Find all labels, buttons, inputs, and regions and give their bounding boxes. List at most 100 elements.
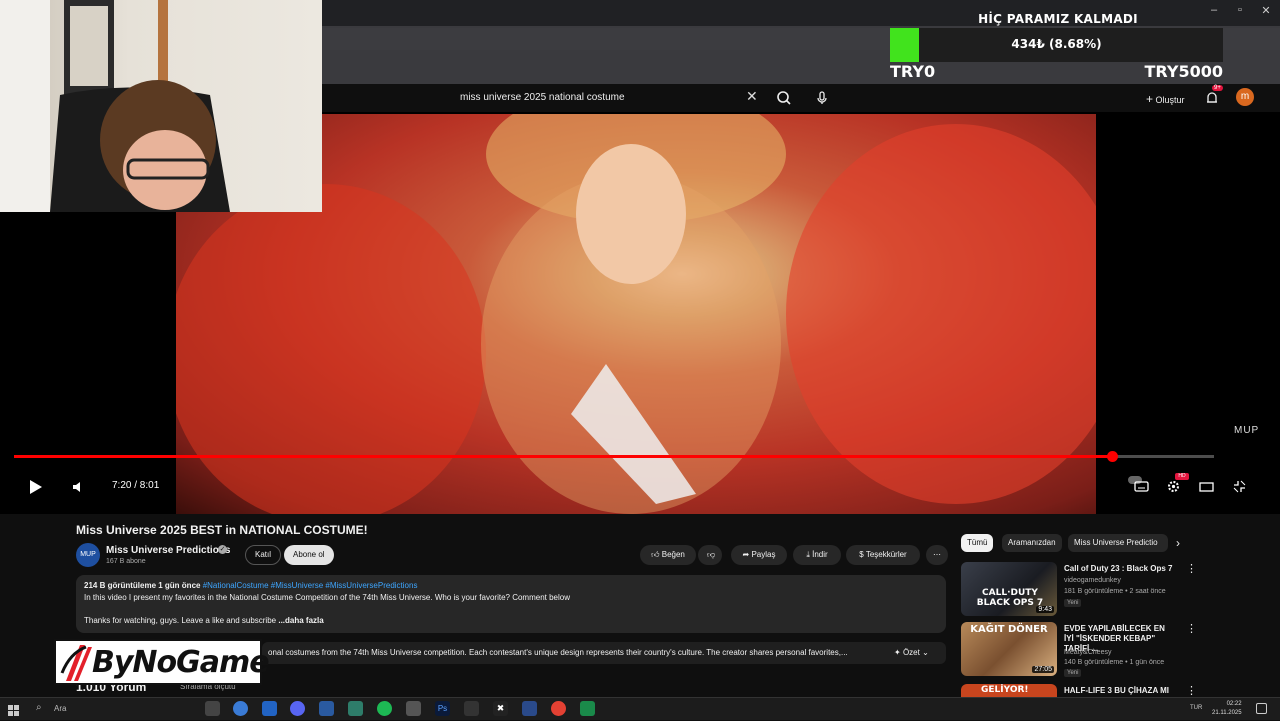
time-display: 7:20 / 8:01	[112, 480, 160, 491]
windows-start-button[interactable]	[8, 703, 19, 721]
plus-icon: +	[1146, 92, 1154, 106]
spotify-icon[interactable]	[377, 701, 392, 716]
video-progress-fill	[14, 455, 1112, 458]
app-icon[interactable]	[522, 701, 537, 716]
chip-channel[interactable]: Miss Universe Predictio	[1068, 534, 1168, 552]
app-icon[interactable]	[580, 701, 595, 716]
clock-date: 21.11.2025	[1212, 710, 1242, 716]
recommendation-title[interactable]: HALF-LIFE 3 BU ÇİHAZA MI	[1064, 686, 1176, 696]
chevron-right-icon[interactable]: ›	[1176, 536, 1180, 550]
recommendation-stats: 140 B görüntüleme • 1 gün önce	[1064, 659, 1165, 666]
clock-time: 02:22	[1226, 701, 1242, 707]
thanks-label: Teşekkürler	[865, 550, 907, 559]
bynogame-logo-text: ByNoGame	[92, 645, 270, 680]
recommendation-thumbnail[interactable]: CALL·DUTY BLACK OPS 7 9:43	[961, 562, 1057, 616]
channel-watermark[interactable]: MUP	[1234, 425, 1259, 436]
task-view-icon[interactable]	[205, 701, 220, 716]
recommendation-thumbnail[interactable]: KAĞIT DÖNER 27:05	[961, 622, 1057, 676]
clear-search-icon[interactable]: ✕	[746, 88, 758, 105]
chip-all[interactable]: Tümü	[961, 534, 994, 552]
verified-icon: ✓	[218, 545, 227, 554]
description-line-2: Thanks for watching, guys. Leave a like …	[84, 616, 938, 625]
thumbnail-text: KAĞIT DÖNER	[970, 624, 1048, 635]
show-more-link[interactable]: ...daha fazla	[278, 616, 323, 625]
description-text: Thanks for watching, guys. Leave a like …	[84, 616, 277, 625]
volume-button[interactable]	[70, 479, 86, 500]
subscribe-button[interactable]: Abone ol	[284, 545, 334, 565]
photoshop-icon[interactable]: Ps	[435, 701, 450, 716]
description-line: In this video I present my favorites in …	[84, 593, 570, 602]
gear-icon	[1168, 481, 1179, 492]
theater-mode-button[interactable]	[1199, 479, 1214, 499]
app-icon[interactable]	[464, 701, 479, 716]
store-icon[interactable]	[262, 701, 277, 716]
app-icon[interactable]	[319, 701, 334, 716]
app-icon[interactable]	[348, 701, 363, 716]
xbox-icon[interactable]: ✖	[493, 701, 508, 716]
language-indicator[interactable]: TUR	[1190, 705, 1202, 711]
account-avatar[interactable]: m	[1236, 88, 1254, 106]
download-button[interactable]: ⤓ İndir	[793, 545, 841, 565]
channel-name[interactable]: Miss Universe Predictions	[106, 545, 231, 556]
thanks-button[interactable]: $ Teşekkürler	[846, 545, 920, 565]
play-button[interactable]	[26, 478, 44, 501]
description-box[interactable]: 214 B görüntüleme 1 gün önce #NationalCo…	[76, 575, 946, 633]
dislike-button[interactable]: 👎︎	[698, 545, 722, 565]
voice-search-button[interactable]	[812, 88, 832, 108]
download-icon: ⤓	[806, 550, 810, 559]
hashtags[interactable]: #NationalCostume #MissUniverse #MissUniv…	[203, 581, 418, 590]
donation-min-label: TRY0	[890, 62, 936, 81]
more-vertical-icon[interactable]: ⋮	[1186, 684, 1197, 697]
more-actions-button[interactable]: ⋯	[926, 545, 948, 565]
donation-goal-widget: HİÇ PARAMIZ KALMADI 434₺ (8.68%) TRY0 TR…	[888, 8, 1228, 84]
taskbar-search-placeholder: Ara	[54, 704, 67, 713]
video-scrubber-handle[interactable]	[1106, 451, 1118, 462]
search-icon	[777, 91, 791, 105]
recommendation-title[interactable]: Call of Duty 23 : Black Ops 7	[1064, 564, 1176, 574]
channel-avatar[interactable]: MUP	[76, 543, 100, 567]
recommendation-channel[interactable]: Meaty&Cheesy	[1064, 649, 1111, 656]
edge-browser-icon[interactable]	[233, 701, 248, 716]
webcam-image	[0, 0, 230, 212]
like-button[interactable]: 👍︎ Beğen	[640, 545, 696, 565]
bynogame-logo: ByNoGame	[54, 639, 270, 685]
hd-badge: HD	[1175, 473, 1189, 480]
notification-center-icon[interactable]	[1256, 703, 1267, 714]
share-button[interactable]: ➦ Paylaş	[731, 545, 787, 565]
donation-max-label: TRY5000	[1144, 62, 1223, 81]
maximize-icon[interactable]: ▫	[1230, 4, 1250, 20]
summary-toggle[interactable]: ✦ Özet ⌄	[894, 648, 929, 657]
chip-from-search[interactable]: Aramanızdan	[1002, 534, 1062, 552]
donation-title: HİÇ PARAMIZ KALMADI	[978, 12, 1138, 26]
notifications-button[interactable]	[1202, 88, 1222, 108]
subtitles-button[interactable]	[1134, 479, 1149, 499]
chrome-icon[interactable]	[551, 701, 566, 716]
video-title: Miss Universe 2025 BEST in NATIONAL COST…	[76, 523, 368, 537]
more-vertical-icon[interactable]: ⋮	[1186, 622, 1197, 635]
search-input[interactable]: miss universe 2025 national costume	[452, 88, 792, 108]
video-progress-bar[interactable]	[14, 451, 1214, 462]
like-label: Beğen	[661, 550, 685, 559]
app-icon[interactable]	[406, 701, 421, 716]
search-button[interactable]	[774, 88, 794, 108]
taskbar-search[interactable]: ⌕ Ara	[30, 701, 160, 717]
thumbs-down-icon: 👎︎	[707, 550, 716, 559]
recommendation-thumbnail[interactable]: GELİYOR!	[961, 684, 1057, 697]
donation-progress-bar: 434₺ (8.68%)	[890, 28, 1223, 62]
volume-icon	[73, 482, 80, 492]
thumbs-up-icon: 👍︎	[651, 550, 660, 559]
download-label: İndir	[812, 550, 828, 559]
fullscreen-button[interactable]	[1232, 479, 1247, 499]
close-window-icon[interactable]: ✕	[1256, 4, 1276, 20]
windows-icon	[8, 705, 19, 716]
join-button[interactable]: Katıl	[245, 545, 282, 565]
summary-toggle-label: Özet	[902, 648, 920, 657]
bynogame-logo-mark	[60, 645, 92, 681]
discord-icon[interactable]	[290, 701, 305, 716]
recommendation-channel[interactable]: videogamedunkey	[1064, 577, 1121, 584]
settings-button[interactable]	[1166, 479, 1181, 499]
super-thanks-icon: $	[859, 550, 864, 559]
more-vertical-icon[interactable]: ⋮	[1186, 562, 1197, 575]
taskbar-clock[interactable]: 02:22 21.11.2025	[1212, 700, 1242, 718]
create-button[interactable]: + Oluştur	[1138, 88, 1193, 108]
